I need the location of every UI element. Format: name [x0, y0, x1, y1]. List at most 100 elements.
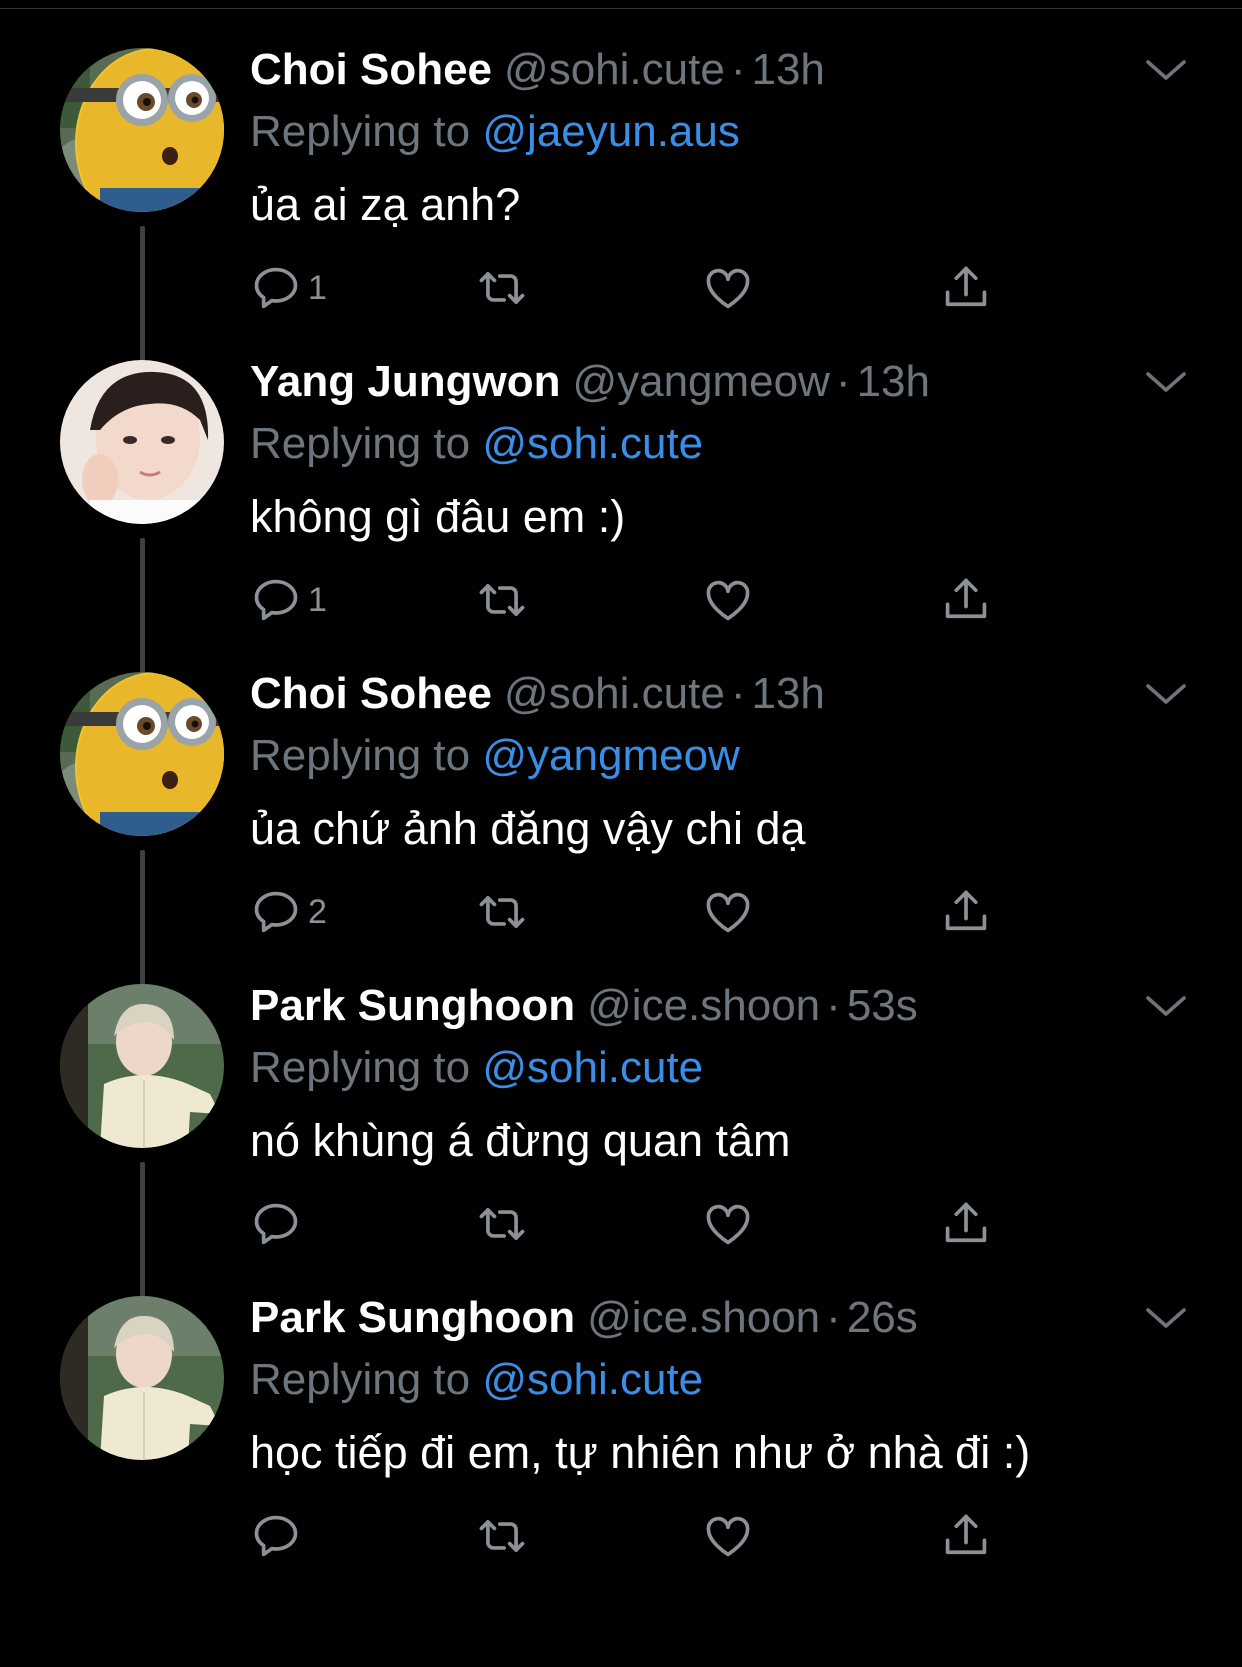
share-button[interactable]: [940, 884, 992, 940]
tweet-actions: 1: [250, 260, 1010, 316]
reply-count: 1: [308, 580, 327, 619]
replying-to: Replying to @sohi.cute: [250, 1352, 703, 1408]
share-icon: [940, 262, 992, 314]
display-name[interactable]: Park Sunghoon: [250, 981, 575, 1030]
tweet[interactable]: Park Sunghoon @ice.shoon · 53s Replying to …: [0, 942, 1242, 1304]
tweet-actions: [250, 1508, 1010, 1564]
like-button[interactable]: [702, 1196, 754, 1252]
tweet-actions: [250, 1196, 1010, 1252]
avatar[interactable]: [60, 672, 224, 836]
separator: ·: [730, 45, 746, 94]
reply-icon: [250, 1510, 302, 1562]
display-name[interactable]: Park Sunghoon: [250, 1293, 575, 1342]
tweet-text: ủa ai zạ anh?: [250, 179, 521, 230]
username-handle[interactable]: @yangmeow: [572, 357, 829, 406]
share-button[interactable]: [940, 572, 992, 628]
display-name[interactable]: Yang Jungwon: [250, 357, 560, 406]
like-button[interactable]: [702, 572, 754, 628]
timestamp[interactable]: 13h: [751, 45, 824, 94]
retweet-icon: [476, 574, 528, 626]
heart-icon: [702, 1198, 754, 1250]
replying-to-link[interactable]: @yangmeow: [482, 731, 739, 780]
tweet-header: Park Sunghoon @ice.shoon · 53s: [250, 978, 918, 1034]
replying-to: Replying to @sohi.cute: [250, 416, 703, 472]
timestamp[interactable]: 13h: [857, 357, 930, 406]
chevron-down-icon[interactable]: [1142, 986, 1190, 1026]
replying-to-link[interactable]: @sohi.cute: [482, 1355, 703, 1404]
reply-button[interactable]: [250, 1196, 308, 1252]
timestamp[interactable]: 13h: [751, 669, 824, 718]
tweet-actions: 1: [250, 572, 1010, 628]
replying-to-link[interactable]: @sohi.cute: [482, 1043, 703, 1092]
reply-button[interactable]: 1: [250, 260, 327, 316]
tweet[interactable]: Choi Sohee @sohi.cute · 13h Replying to @ya…: [0, 630, 1242, 992]
retweet-button[interactable]: [476, 260, 528, 316]
replying-to: Replying to @jaeyun.aus: [250, 104, 740, 160]
replying-to-label: Replying to: [250, 1355, 471, 1404]
reply-button[interactable]: [250, 1508, 308, 1564]
username-handle[interactable]: @ice.shoon: [587, 1293, 820, 1342]
username-handle[interactable]: @sohi.cute: [504, 669, 725, 718]
replying-to-label: Replying to: [250, 1043, 471, 1092]
tweet-text: không gì đâu em :): [250, 491, 626, 542]
timestamp[interactable]: 26s: [847, 1293, 918, 1342]
tweet-header: Choi Sohee @sohi.cute · 13h: [250, 42, 825, 98]
tweet[interactable]: Yang Jungwon @yangmeow · 13h Replying to @s…: [0, 318, 1242, 680]
separator: ·: [826, 981, 841, 1030]
share-icon: [940, 886, 992, 938]
retweet-icon: [476, 1198, 528, 1250]
replying-to: Replying to @yangmeow: [250, 728, 740, 784]
tweet[interactable]: Choi Sohee @sohi.cute · 13h Replying to @ja…: [0, 6, 1242, 368]
retweet-icon: [476, 886, 528, 938]
retweet-button[interactable]: [476, 1196, 528, 1252]
replying-to-label: Replying to: [250, 731, 471, 780]
reply-icon: [250, 262, 302, 314]
replying-to-label: Replying to: [250, 419, 471, 468]
reply-count: 2: [308, 892, 327, 931]
reply-icon: [250, 1198, 302, 1250]
like-button[interactable]: [702, 1508, 754, 1564]
separator: ·: [835, 357, 851, 406]
chevron-down-icon[interactable]: [1142, 674, 1190, 714]
heart-icon: [702, 1510, 754, 1562]
display-name[interactable]: Choi Sohee: [250, 45, 492, 94]
display-name[interactable]: Choi Sohee: [250, 669, 492, 718]
share-icon: [940, 1198, 992, 1250]
reply-button[interactable]: 1: [250, 572, 327, 628]
like-button[interactable]: [702, 260, 754, 316]
retweet-button[interactable]: [476, 572, 528, 628]
share-button[interactable]: [940, 1196, 992, 1252]
avatar[interactable]: [60, 1296, 224, 1460]
chevron-down-icon[interactable]: [1142, 1298, 1190, 1338]
avatar[interactable]: [60, 984, 224, 1148]
replying-to-link[interactable]: @jaeyun.aus: [482, 107, 740, 156]
like-button[interactable]: [702, 884, 754, 940]
retweet-button[interactable]: [476, 884, 528, 940]
retweet-button[interactable]: [476, 1508, 528, 1564]
username-handle[interactable]: @sohi.cute: [504, 45, 725, 94]
replying-to-link[interactable]: @sohi.cute: [482, 419, 703, 468]
share-button[interactable]: [940, 1508, 992, 1564]
tweet-text: ủa chứ ảnh đăng vậy chi dạ: [250, 803, 806, 854]
tweet-header: Choi Sohee @sohi.cute · 13h: [250, 666, 825, 722]
share-icon: [940, 1510, 992, 1562]
tweet-header: Park Sunghoon @ice.shoon · 26s: [250, 1290, 918, 1346]
reply-button[interactable]: 2: [250, 884, 327, 940]
tweet-actions: 2: [250, 884, 1010, 940]
replying-to-label: Replying to: [250, 107, 471, 156]
separator: ·: [730, 669, 746, 718]
replying-to: Replying to @sohi.cute: [250, 1040, 703, 1096]
avatar[interactable]: [60, 360, 224, 524]
timestamp[interactable]: 53s: [847, 981, 918, 1030]
username-handle[interactable]: @ice.shoon: [587, 981, 820, 1030]
tweet-text: nó khùng á đừng quan tâm: [250, 1115, 791, 1166]
reply-icon: [250, 886, 302, 938]
tweet[interactable]: Park Sunghoon @ice.shoon · 26s Replying to …: [0, 1254, 1242, 1586]
heart-icon: [702, 886, 754, 938]
avatar[interactable]: [60, 48, 224, 212]
share-button[interactable]: [940, 260, 992, 316]
retweet-icon: [476, 1510, 528, 1562]
reply-count: 1: [308, 268, 327, 307]
chevron-down-icon[interactable]: [1142, 362, 1190, 402]
chevron-down-icon[interactable]: [1142, 50, 1190, 90]
